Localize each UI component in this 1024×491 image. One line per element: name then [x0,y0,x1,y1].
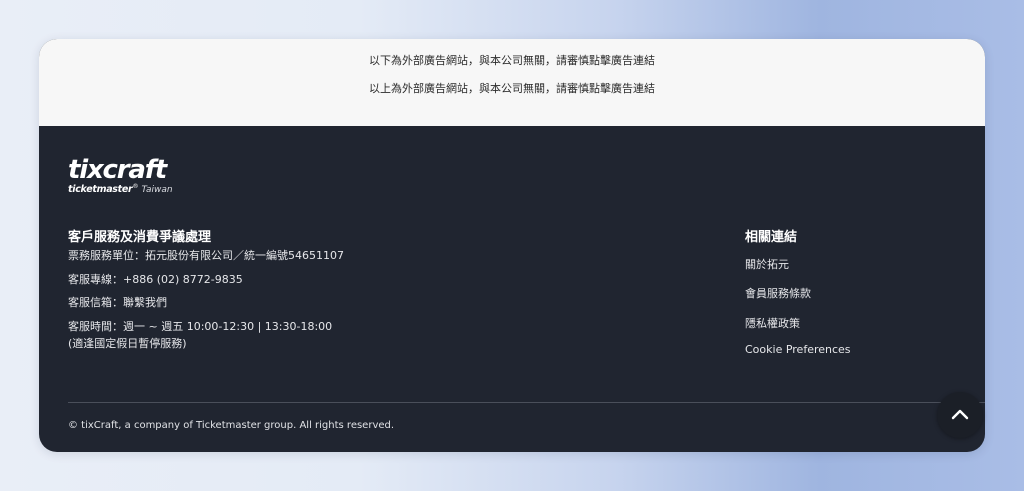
logo-wordmark: tixcraft [68,155,167,185]
service-hours-note: (適逢國定假日暫停服務) [68,337,187,350]
footer-divider [68,402,985,403]
logo-sub-region: Taiwan [141,185,173,196]
chevron-up-icon [951,409,969,420]
logo-sub-brand: ticketmaster [68,184,133,196]
link-cookie-preferences[interactable]: Cookie Preferences [745,343,851,356]
ad-notice-panel: 以下為外部廣告網站，與本公司無關，請審慎點擊廣告連結 以上為外部廣告網站，與本公… [39,39,985,126]
service-hotline-text: 客服專線：+886 (02) 8772-9835 [68,273,243,286]
tixcraft-logo[interactable]: tixcraft ticketmaster® Taiwan [68,156,178,200]
ad-notice-top: 以下為外部廣告網站，與本公司無關，請審慎點擊廣告連結 [369,54,655,67]
customer-service-title: 客戶服務及消費爭議處理 [68,230,212,245]
logo-subline: ticketmaster® Taiwan [68,183,173,195]
footer-card: 以下為外部廣告網站，與本公司無關，請審慎點擊廣告連結 以上為外部廣告網站，與本公… [39,39,985,452]
service-unit-text: 票務服務單位：拓元股份有限公司／統一編號54651107 [68,249,344,262]
link-member-terms[interactable]: 會員服務條款 [745,285,811,301]
back-to-top-button[interactable] [937,392,983,438]
ad-notice-bottom: 以上為外部廣告網站，與本公司無關，請審慎點擊廣告連結 [369,82,655,95]
service-hours-text: 客服時間：週一 ~ 週五 10:00-12:30 | 13:30-18:00 [68,320,333,333]
related-links-title: 相關連結 [745,230,798,245]
service-email-link[interactable]: 客服信箱：聯繫我們 [68,295,167,311]
site-footer: tixcraft ticketmaster® Taiwan 客戶服務及消費爭議處… [39,126,985,452]
link-about[interactable]: 關於拓元 [745,256,789,272]
copyright-text: © tixCraft, a company of Ticketmaster gr… [68,420,395,431]
link-privacy-policy[interactable]: 隱私權政策 [745,315,800,331]
logo-sub-mark: ® [132,183,139,190]
